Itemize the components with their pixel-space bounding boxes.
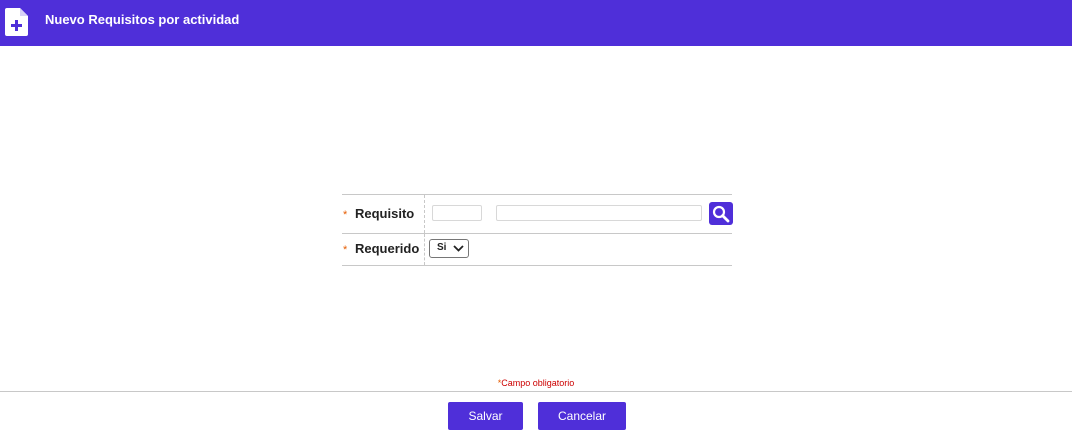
page-title: Nuevo Requisitos por actividad <box>45 12 240 27</box>
save-button[interactable]: Salvar <box>448 402 523 430</box>
chevron-down-icon <box>453 245 464 252</box>
requerido-label: Requerido <box>355 241 420 256</box>
required-field-note: *Campo obligatorio <box>0 378 1072 388</box>
header-bar: Nuevo Requisitos por actividad <box>0 0 1072 46</box>
requerido-label-cell: * Requerido <box>342 234 425 265</box>
requisito-description-input[interactable] <box>496 205 702 221</box>
requerido-row: * Requerido Si <box>342 234 732 266</box>
requisito-code-input[interactable] <box>432 205 482 221</box>
footer-divider <box>0 391 1072 392</box>
cancel-button[interactable]: Cancelar <box>538 402 626 430</box>
requisito-label: Requisito <box>355 206 415 221</box>
requisito-search-button[interactable] <box>709 202 733 225</box>
requisito-form: * Requisito * Requerido Si <box>342 194 733 266</box>
requerido-selected-value: Si <box>437 242 447 253</box>
search-icon <box>712 205 730 223</box>
file-add-icon <box>5 8 28 36</box>
required-note-text: Campo obligatorio <box>501 378 575 388</box>
required-marker: * <box>343 209 348 221</box>
requerido-select[interactable]: Si <box>429 239 469 258</box>
required-marker: * <box>343 244 348 256</box>
requisito-label-cell: * Requisito <box>342 195 425 233</box>
requisito-row: * Requisito <box>342 195 733 234</box>
